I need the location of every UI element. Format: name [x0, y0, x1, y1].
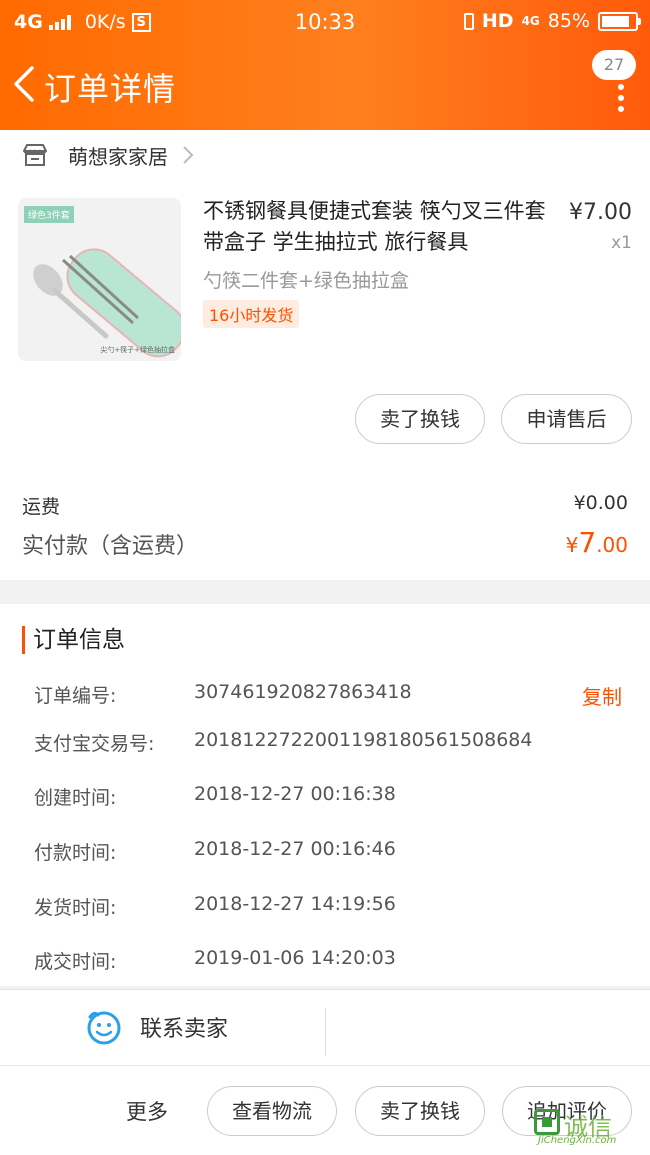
shipped-time-row: 发货时间: 2018-12-27 14:19:56: [34, 893, 634, 921]
order-number-row: 订单编号: 307461920827863418 复制: [34, 681, 634, 709]
watermark-logo: 诚信 JiChengXin.com: [532, 1107, 644, 1147]
shipped-time: 2018-12-27 14:19:56: [194, 893, 396, 915]
vibrate-icon: [463, 12, 474, 30]
alipay-trade-row: 支付宝交易号: 2018122722001198180561508684: [34, 729, 634, 757]
product-card: 萌想家家居 绿色3件套 尖勺+筷子+绿色抽拉盒 不锈钢餐具便捷式套装 筷勺叉三件…: [0, 130, 650, 580]
paid-time: 2018-12-27 00:16:46: [194, 838, 396, 860]
info-label: 付款时间:: [34, 842, 117, 864]
view-logistics-button[interactable]: 查看物流: [207, 1086, 337, 1136]
info-label: 创建时间:: [34, 787, 117, 809]
more-dots-icon: [618, 84, 624, 117]
order-info-card: 订单信息 订单编号: 307461920827863418 复制 支付宝交易号:…: [0, 604, 650, 986]
battery-percent: 85%: [547, 10, 590, 32]
info-label: 发货时间:: [34, 897, 117, 919]
created-time: 2018-12-27 00:16:38: [194, 783, 396, 805]
shop-name: 萌想家家居: [68, 144, 168, 169]
chat-bubble-icon: [87, 1011, 121, 1045]
product-quantity: x1: [611, 233, 632, 253]
shop-icon: [23, 144, 47, 166]
completed-time: 2019-01-06 14:20:03: [194, 947, 396, 969]
bottom-action-bar: 更多 查看物流 卖了换钱 追加评价 诚信 JiChengXin.com: [0, 1065, 650, 1155]
info-label: 成交时间:: [34, 951, 117, 973]
paid-decimal: .00: [596, 533, 628, 557]
paid-currency: ¥: [565, 533, 579, 557]
product-title[interactable]: 不锈钢餐具便捷式套装 筷勺叉三件套 带盒子 学生抽拉式 旅行餐具: [203, 196, 548, 258]
header: 4G 0K/s S 10:33 HD 4G 85% 订单详情 27: [0, 0, 650, 130]
shipping-fee-value: ¥0.00: [573, 492, 628, 514]
contact-seller-label: 联系卖家: [140, 1017, 229, 1042]
more-actions-button[interactable]: 更多: [126, 1096, 168, 1126]
after-sale-button[interactable]: 申请售后: [501, 394, 632, 444]
alipay-trade-number: 2018122722001198180561508684: [194, 729, 533, 751]
nav-bar: 订单详情 27: [0, 50, 650, 130]
battery-icon: [598, 11, 641, 31]
info-label: 订单编号:: [34, 685, 117, 707]
sell-for-cash-bottom-button[interactable]: 卖了换钱: [355, 1086, 485, 1136]
contact-bar: 联系卖家: [0, 989, 650, 1065]
sell-for-cash-button[interactable]: 卖了换钱: [355, 394, 485, 444]
page-title: 订单详情: [44, 70, 177, 108]
network-2-label: 4G: [521, 14, 540, 28]
shipping-fee-label: 运费: [22, 496, 61, 518]
more-menu-button[interactable]: 27: [580, 50, 636, 112]
contact-seller-button[interactable]: 联系卖家: [86, 1002, 228, 1052]
order-info-title: 订单信息: [22, 626, 125, 654]
hd-label: HD: [481, 10, 514, 32]
product-price: ¥7.00: [569, 200, 632, 225]
paid-integer: 7: [578, 526, 597, 559]
message-count-badge: 27: [592, 50, 636, 80]
paid-time-row: 付款时间: 2018-12-27 00:16:46: [34, 838, 634, 866]
order-number: 307461920827863418: [194, 681, 412, 703]
product-sku: 勺筷二件套+绿色抽拉盒: [203, 270, 409, 292]
watermark-icon: [534, 1109, 560, 1135]
status-bar: 4G 0K/s S 10:33 HD 4G 85%: [0, 0, 650, 44]
created-time-row: 创建时间: 2018-12-27 00:16:38: [34, 783, 634, 811]
shop-row[interactable]: 萌想家家居: [22, 138, 194, 172]
cutlery-box-illustration: [33, 248, 181, 358]
chevron-right-icon: [183, 146, 194, 164]
image-caption: 尖勺+筷子+绿色抽拉盒: [100, 346, 175, 354]
back-button[interactable]: [10, 64, 40, 104]
paid-amount-label: 实付款（含运费）: [22, 534, 199, 559]
product-image[interactable]: 绿色3件套 尖勺+筷子+绿色抽拉盒: [18, 198, 181, 361]
watermark-url: JiChengXin.com: [538, 1135, 617, 1146]
chevron-left-icon: [14, 66, 34, 102]
paid-amount-value: ¥7.00: [566, 526, 628, 559]
shipping-tag: 16小时发货: [203, 300, 300, 328]
completed-time-row: 成交时间: 2019-01-06 14:20:03: [34, 947, 634, 975]
vertical-divider: [325, 1008, 326, 1056]
copy-button[interactable]: 复制: [582, 681, 622, 710]
info-label: 支付宝交易号:: [34, 733, 155, 755]
